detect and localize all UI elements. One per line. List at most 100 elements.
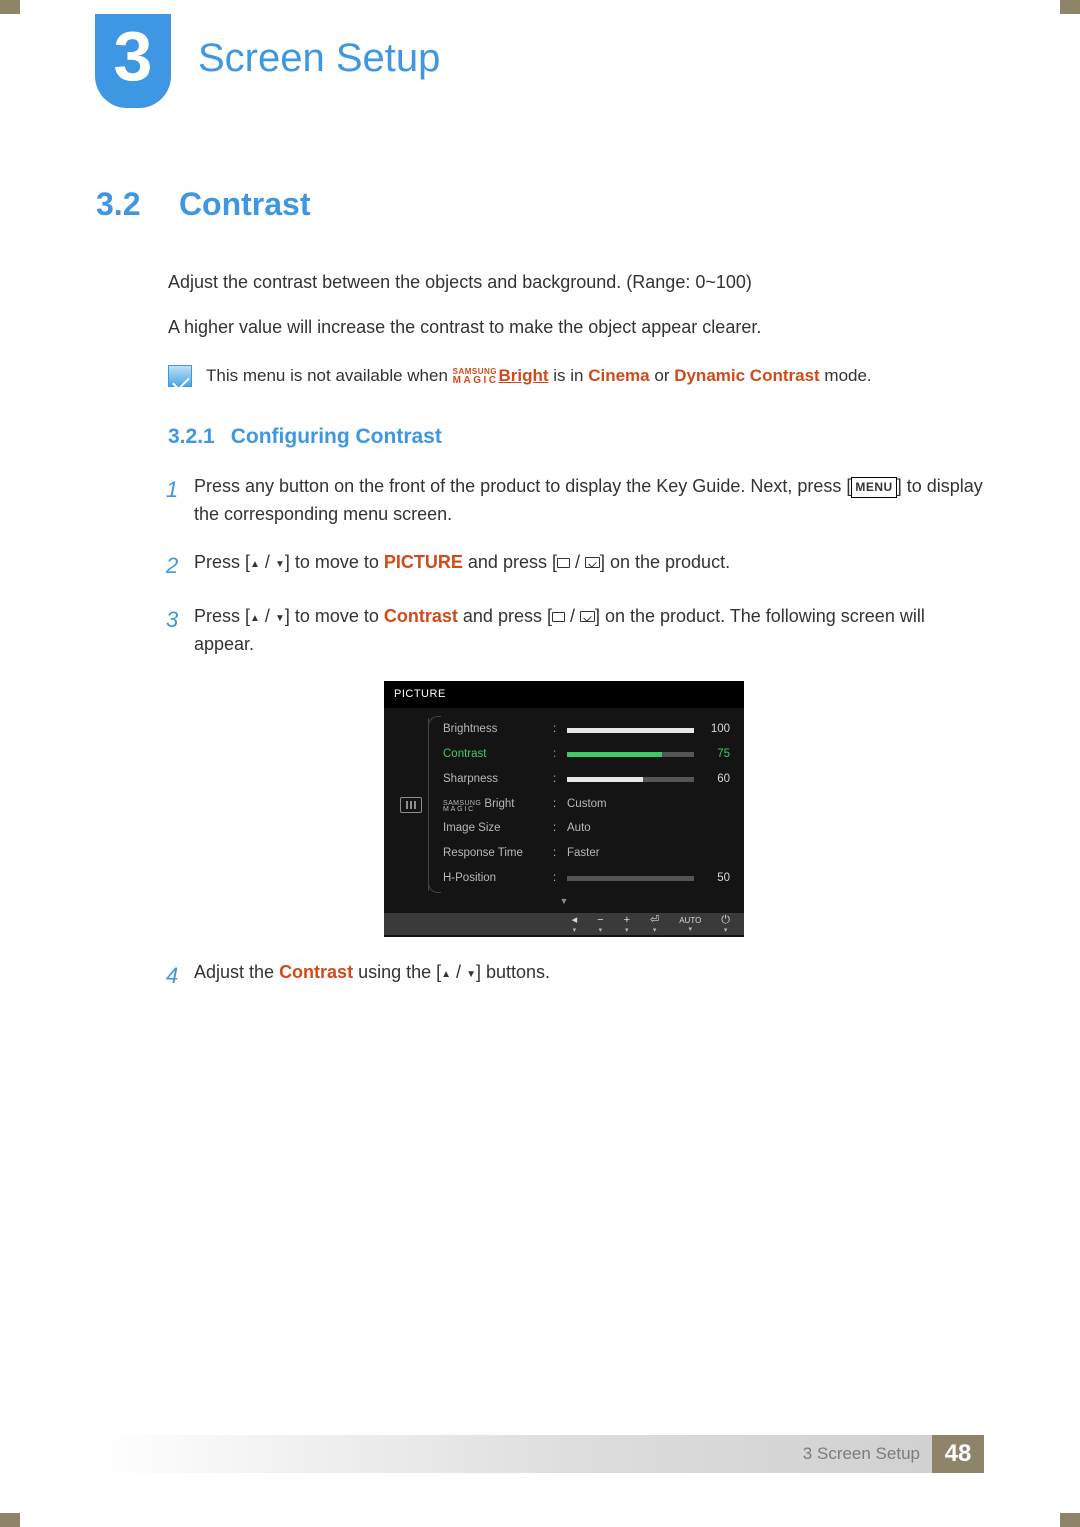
section-body: 3.2 Contrast Adjust the contrast between… xyxy=(96,186,984,1013)
osd-row-value: Custom xyxy=(567,796,730,814)
page-footer: 3 Screen Setup 48 xyxy=(96,1435,984,1473)
dynamic-contrast-label: Dynamic Contrast xyxy=(674,366,819,385)
osd-row-label: H-Position xyxy=(443,870,547,888)
osd-row: Image Size:Auto xyxy=(439,817,734,842)
osd-row-value: 75 xyxy=(567,746,730,764)
step-text: Press [ xyxy=(194,552,250,572)
osd-row: SAMSUNGMAGIC Bright: Custom xyxy=(439,792,734,817)
osd-slider xyxy=(567,876,694,881)
osd-power-icon: ⏻▾ xyxy=(721,915,730,934)
up-icon: ▲ xyxy=(250,557,260,573)
osd-colon: : xyxy=(553,771,561,789)
menu-button-icon: MENU xyxy=(851,477,896,498)
contrast-label: Contrast xyxy=(384,606,458,626)
osd-numeric-value: 75 xyxy=(702,746,730,764)
page-number: 48 xyxy=(932,1435,984,1473)
osd-row-value: Auto xyxy=(567,820,730,838)
osd-text-value: Custom xyxy=(567,796,607,814)
chapter-number-badge: 3 xyxy=(95,14,171,108)
osd-row: Sharpness:60 xyxy=(439,767,734,792)
step-number: 1 xyxy=(166,473,194,529)
step-body: Adjust the Contrast using the [▲ / ▼] bu… xyxy=(194,959,984,993)
osd-colon: : xyxy=(553,796,561,814)
step-1: 1 Press any button on the front of the p… xyxy=(166,473,984,529)
step-2: 2 Press [▲ / ▼] to move to PICTURE and p… xyxy=(166,549,984,583)
osd-row-label: SAMSUNGMAGIC Bright xyxy=(443,796,547,814)
decor-top-left xyxy=(0,0,20,14)
osd-auto-label: AUTO▾ xyxy=(679,917,701,933)
note-suffix: mode. xyxy=(820,366,872,385)
step-number: 3 xyxy=(166,603,194,937)
step-text: and press [ xyxy=(458,606,552,626)
osd-rows: Brightness:100Contrast:75Sharpness:60SAM… xyxy=(428,718,734,892)
subsection-title: Configuring Contrast xyxy=(231,425,442,448)
subsection-heading: 3.2.1 Configuring Contrast xyxy=(168,425,984,449)
osd-row: H-Position:50 xyxy=(439,867,734,892)
note-mid: is in xyxy=(549,366,589,385)
osd-numeric-value: 60 xyxy=(702,771,730,789)
osd-numeric-value: 100 xyxy=(702,721,730,739)
picture-label: PICTURE xyxy=(384,552,463,572)
step-number: 2 xyxy=(166,549,194,583)
decor-bottom-right xyxy=(1060,1513,1080,1527)
contrast-label: Contrast xyxy=(279,962,353,982)
note-text: This menu is not available when SAMSUNGM… xyxy=(206,366,872,386)
source-icon xyxy=(557,558,570,568)
osd-text-value: Auto xyxy=(567,820,591,838)
up-icon: ▲ xyxy=(250,611,260,627)
osd-row-label: Response Time xyxy=(443,845,547,863)
step-number: 4 xyxy=(166,959,194,993)
down-icon: ▼ xyxy=(275,611,285,627)
osd-plus-icon: +▾ xyxy=(624,915,630,934)
section-heading: 3.2 Contrast xyxy=(96,186,984,223)
osd-title: PICTURE xyxy=(384,681,744,708)
note-or: or xyxy=(650,366,675,385)
note-prefix: This menu is not available when xyxy=(206,366,453,385)
enter-icon xyxy=(580,611,595,622)
osd-colon: : xyxy=(553,845,561,863)
osd-row: Contrast:75 xyxy=(439,743,734,768)
down-icon: ▼ xyxy=(466,967,476,983)
step-3: 3 Press [▲ / ▼] to move to Contrast and … xyxy=(166,603,984,937)
decor-top-right xyxy=(1060,0,1080,14)
osd-colon: : xyxy=(553,721,561,739)
up-icon: ▲ xyxy=(441,967,451,983)
enter-icon xyxy=(585,557,600,568)
down-icon: ▼ xyxy=(275,557,285,573)
section-number: 3.2 xyxy=(96,186,140,222)
osd-back-icon: ◂▾ xyxy=(572,915,578,934)
intro-paragraph-2: A higher value will increase the contras… xyxy=(168,314,984,341)
osd-enter-icon: ⏎▾ xyxy=(650,915,659,934)
footer-chapter-label: 3 Screen Setup xyxy=(803,1444,920,1464)
osd-row: Response Time: Faster xyxy=(439,842,734,867)
magic-text: MAGIC xyxy=(453,375,499,386)
step-4: 4 Adjust the Contrast using the [▲ / ▼] … xyxy=(166,959,984,993)
step-body: Press any button on the front of the pro… xyxy=(194,473,984,529)
step-text: ] to move to xyxy=(285,552,384,572)
step-text: and press [ xyxy=(463,552,557,572)
subsection-number: 3.2.1 xyxy=(168,425,215,448)
osd-body: Brightness:100Contrast:75Sharpness:60SAM… xyxy=(384,708,744,896)
intro-paragraph-1: Adjust the contrast between the objects … xyxy=(168,269,984,296)
step-body: Press [▲ / ▼] to move to Contrast and pr… xyxy=(194,603,984,937)
osd-row: Brightness:100 xyxy=(439,718,734,743)
step-text: using the [ xyxy=(353,962,441,982)
osd-row-value: 100 xyxy=(567,721,730,739)
section-title: Contrast xyxy=(179,186,311,222)
picture-category-icon xyxy=(400,797,422,813)
osd-slider xyxy=(567,728,694,733)
chapter-title: Screen Setup xyxy=(198,36,440,81)
samsung-magic-logo: SAMSUNGMAGIC xyxy=(453,367,499,385)
step-text: Press [ xyxy=(194,606,250,626)
note-icon xyxy=(168,365,192,387)
step-text: ] buttons. xyxy=(476,962,550,982)
osd-minus-icon: −▾ xyxy=(597,915,603,934)
source-icon xyxy=(552,612,565,622)
osd-colon: : xyxy=(553,870,561,888)
osd-row-value: 50 xyxy=(567,870,730,888)
osd-colon: : xyxy=(553,746,561,764)
magic-bright-label: Bright xyxy=(498,366,548,385)
osd-footer: ◂▾ −▾ +▾ ⏎▾ AUTO▾ ⏻▾ xyxy=(384,913,744,935)
osd-text-value: Faster xyxy=(567,845,600,863)
osd-row-label: Image Size xyxy=(443,820,547,838)
